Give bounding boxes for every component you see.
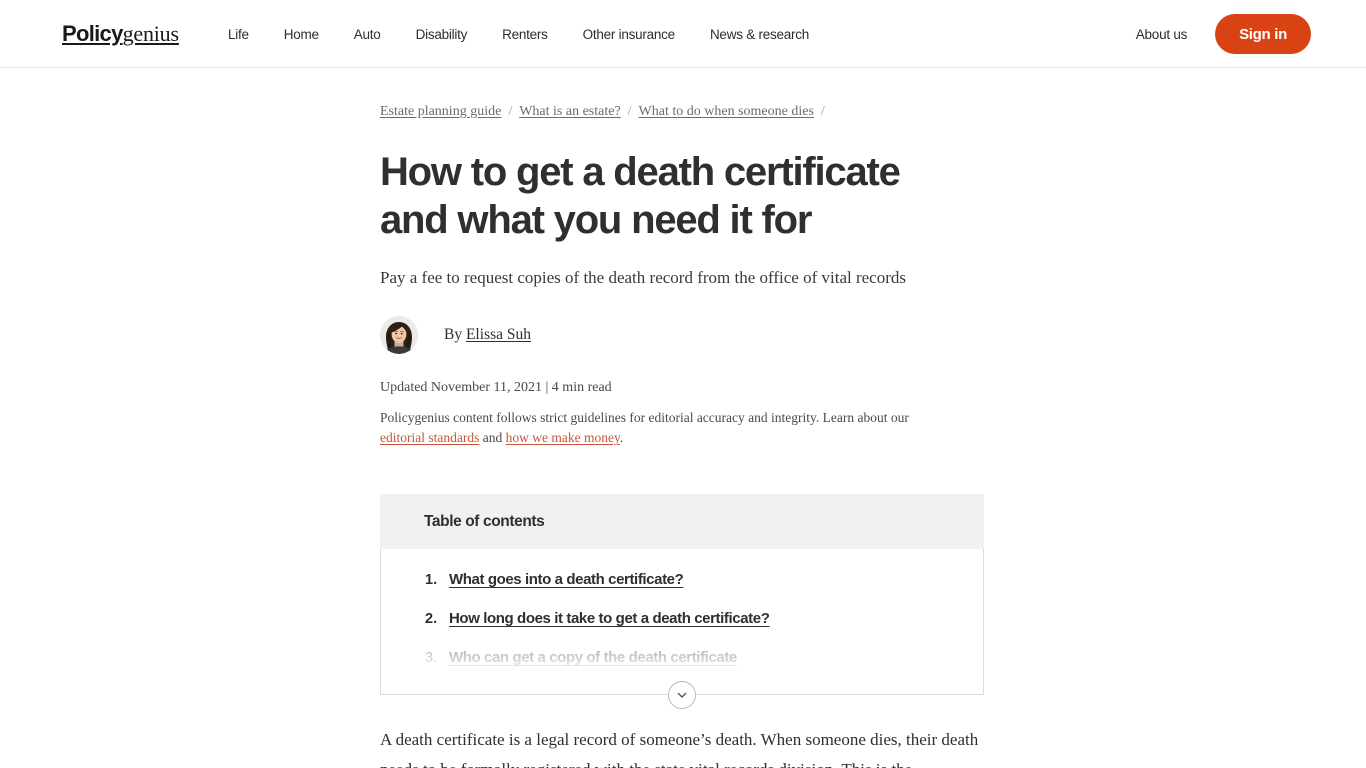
nav-item-life[interactable]: Life: [228, 27, 249, 43]
toc-expand-button[interactable]: [668, 681, 696, 709]
nav-item-other-insurance[interactable]: Other insurance: [583, 27, 676, 43]
disclosure-text-part3: .: [619, 430, 624, 445]
disclosure-text-part2: and: [479, 430, 506, 445]
how-we-make-money-link[interactable]: how we make money: [506, 430, 620, 445]
byline: By Elissa Suh: [380, 316, 984, 354]
byline-text: By Elissa Suh: [444, 325, 531, 345]
nav-item-news-research[interactable]: News & research: [710, 27, 809, 43]
toc-link-what-goes-into-a-death-certificate[interactable]: What goes into a death certificate?: [449, 571, 684, 588]
toc-list: What goes into a death certificate? How …: [425, 571, 939, 666]
table-of-contents: Table of contents What goes into a death…: [380, 494, 984, 709]
breadcrumb-item-what-to-do-when-someone-dies[interactable]: What to do when someone dies: [639, 102, 814, 122]
logo-text-light: genius: [122, 21, 179, 46]
nav-item-auto[interactable]: Auto: [354, 27, 381, 43]
article-body: A death certificate is a legal record of…: [380, 725, 984, 768]
editorial-disclosure: Policygenius content follows strict guid…: [380, 408, 950, 448]
breadcrumb-item-what-is-an-estate[interactable]: What is an estate?: [519, 102, 620, 122]
toc-item: Who can get a copy of the death certific…: [425, 649, 939, 666]
body-paragraph: A death certificate is a legal record of…: [380, 730, 979, 768]
toc-link-who-can-get-a-copy[interactable]: Who can get a copy of the death certific…: [449, 649, 737, 666]
sign-in-button[interactable]: Sign in: [1215, 14, 1311, 54]
editorial-standards-link[interactable]: editorial standards: [380, 430, 479, 445]
nav-item-renters[interactable]: Renters: [502, 27, 548, 43]
logo-text-bold: Policy: [62, 21, 123, 46]
byline-prefix: By: [444, 326, 463, 343]
article-subtitle: Pay a fee to request copies of the death…: [380, 268, 906, 287]
site-header: Policygenius Life Home Auto Disability R…: [0, 0, 1366, 68]
main-navigation: Life Home Auto Disability Renters Other …: [228, 27, 809, 43]
nav-item-about-us[interactable]: About us: [1136, 27, 1188, 42]
breadcrumb-separator: /: [627, 104, 632, 119]
breadcrumb-separator: /: [820, 104, 825, 119]
avatar: [380, 316, 418, 354]
toc-item: How long does it take to get a death cer…: [425, 610, 939, 627]
toc-item: What goes into a death certificate?: [425, 571, 939, 588]
disclosure-text-part1: Policygenius content follows strict guid…: [380, 410, 909, 425]
toc-body: What goes into a death certificate? How …: [380, 549, 984, 695]
page-content: Estate planning guide / What is an estat…: [0, 68, 1366, 768]
page-title: How to get a death certificate and what …: [380, 150, 901, 242]
author-link[interactable]: Elissa Suh: [466, 326, 531, 343]
toc-header: Table of contents: [380, 494, 984, 549]
nav-item-disability[interactable]: Disability: [416, 27, 468, 43]
breadcrumb-item-estate-planning-guide[interactable]: Estate planning guide: [380, 102, 501, 122]
breadcrumb-separator: /: [508, 104, 513, 119]
article-meta: Updated November 11, 2021 | 4 min read: [380, 380, 612, 395]
toc-title: Table of contents: [424, 512, 545, 530]
chevron-down-icon: [676, 689, 688, 701]
toc-link-how-long-does-it-take[interactable]: How long does it take to get a death cer…: [449, 610, 770, 627]
breadcrumb: Estate planning guide / What is an estat…: [380, 102, 984, 122]
article: Estate planning guide / What is an estat…: [380, 102, 984, 768]
site-logo[interactable]: Policygenius: [62, 21, 179, 47]
nav-item-home[interactable]: Home: [284, 27, 319, 43]
header-actions: About us Sign in: [1136, 0, 1366, 68]
